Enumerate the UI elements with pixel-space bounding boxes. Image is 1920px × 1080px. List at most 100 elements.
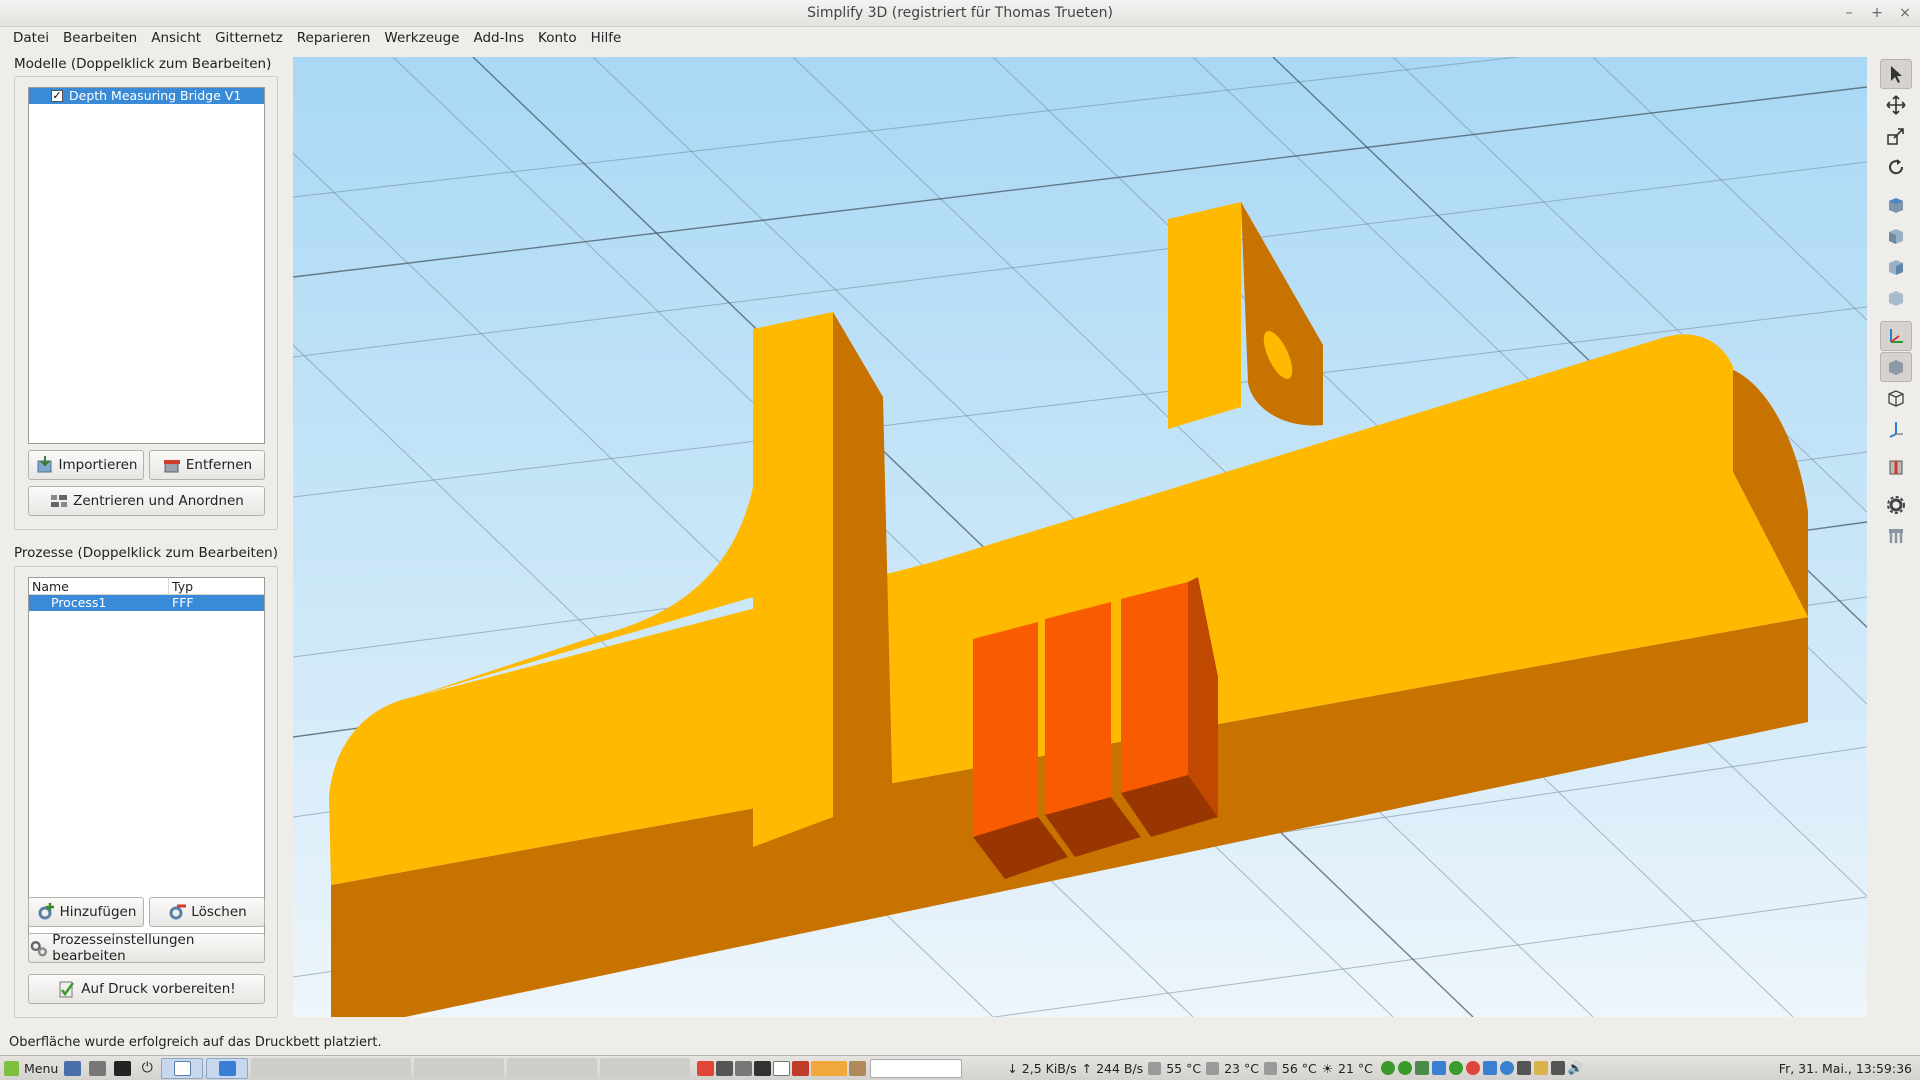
fish-icon[interactable] (811, 1060, 848, 1076)
menu-reparieren[interactable]: Reparieren (290, 27, 378, 50)
chrome-tray-icon[interactable] (1465, 1061, 1480, 1075)
console-icon[interactable] (754, 1060, 772, 1076)
models-group-title: Modelle (Doppelklick zum Bearbeiten) (14, 56, 272, 72)
view-iso-button[interactable] (1880, 283, 1912, 313)
view-side-button[interactable] (1880, 252, 1912, 282)
system-tray: ↓ 2,5 KiB/s ↑ 244 B/s 55 °C 23 °C 56 °C … (1007, 1061, 1373, 1076)
column-header-name[interactable]: Name (29, 578, 169, 594)
menu-ansicht[interactable]: Ansicht (144, 27, 208, 50)
view-top-button[interactable] (1880, 190, 1912, 220)
tool-scale[interactable] (1880, 121, 1912, 151)
chrome-icon[interactable] (697, 1060, 715, 1076)
edit-process-settings-button[interactable]: Prozesseinstellungen bearbeiten (28, 932, 265, 964)
model-depth-measuring-bridge[interactable] (329, 202, 1808, 1017)
import-button[interactable]: Importieren (28, 450, 144, 480)
power-button[interactable]: ⏻ (136, 1058, 158, 1079)
task-window-3[interactable] (251, 1057, 412, 1079)
window-titlebar: Simplify 3D (registriert für Thomas True… (0, 0, 1920, 27)
settings-icon (1887, 496, 1905, 514)
axis-toggle-button[interactable] (1880, 414, 1912, 444)
view-front-button[interactable] (1880, 221, 1912, 251)
table-row[interactable]: Process1 FFF (29, 595, 264, 611)
models-list[interactable]: ✓ Depth Measuring Bridge V1 (28, 87, 265, 444)
center-arrange-button[interactable]: Zentrieren und Anordnen (28, 486, 265, 516)
wireframe-view-button[interactable] (1880, 383, 1912, 413)
lock-icon[interactable] (716, 1060, 734, 1076)
fin-2-face (1045, 602, 1111, 815)
app-icon[interactable] (792, 1060, 810, 1076)
remove-button[interactable]: Entfernen (149, 450, 265, 480)
3d-viewport[interactable] (293, 57, 1867, 1017)
system-taskbar: Menu ⏻ ↓ 2,5 KiB/s ↑ 244 B/s 55 °C 23 °C… (0, 1055, 1920, 1080)
archive-icon[interactable] (849, 1060, 867, 1076)
update-ok-icon[interactable] (1448, 1061, 1463, 1075)
window-list-icon[interactable] (773, 1060, 791, 1076)
tool-rotate[interactable] (1880, 152, 1912, 182)
start-menu-button[interactable]: Menu (4, 1058, 58, 1079)
delete-process-button[interactable]: Löschen (149, 897, 265, 927)
terminal-icon (113, 1060, 131, 1076)
menu-add-ins[interactable]: Add-Ins (466, 27, 531, 50)
tool-move[interactable] (1880, 90, 1912, 120)
processes-table-header: Name Typ (29, 578, 264, 595)
prepare-print-button[interactable]: Auf Druck vorbereiten! (28, 974, 265, 1004)
prepare-print-icon (59, 981, 75, 998)
menu-bar: Datei Bearbeiten Ansicht Gitternetz Repa… (0, 27, 1920, 50)
settings-button[interactable] (1880, 490, 1912, 520)
task-window-1[interactable] (161, 1057, 204, 1079)
temp-cpu: 55 °C (1166, 1060, 1202, 1076)
menu-bearbeiten[interactable]: Bearbeiten (56, 27, 144, 50)
shield-icon[interactable] (1499, 1061, 1514, 1075)
menu-hilfe[interactable]: Hilfe (584, 27, 629, 50)
simplify3d-task-icon (218, 1060, 236, 1076)
status-icon-3[interactable] (1414, 1061, 1429, 1075)
terminal-launcher[interactable] (111, 1058, 133, 1079)
process-type: FFF (172, 595, 194, 610)
maximize-button[interactable]: + (1870, 0, 1884, 27)
temp-disk: 56 °C (1281, 1060, 1317, 1076)
delete-gear-icon (169, 904, 187, 920)
files-launcher[interactable] (86, 1058, 108, 1079)
menu-konto[interactable]: Konto (531, 27, 584, 50)
status-icon-2[interactable] (1397, 1061, 1412, 1075)
column-header-type[interactable]: Typ (169, 578, 193, 594)
processes-table[interactable]: Name Typ Process1 FFF (28, 577, 265, 940)
show-desktop-button[interactable] (61, 1058, 83, 1079)
screenshot-icon[interactable] (735, 1060, 753, 1076)
folder-icon[interactable] (1533, 1061, 1548, 1075)
task-window-4[interactable] (414, 1057, 505, 1079)
supports-button[interactable] (1880, 521, 1912, 551)
add-gear-icon (38, 903, 54, 920)
axes-toggle-button[interactable] (1880, 321, 1912, 351)
add-process-button[interactable]: Hinzufügen (28, 897, 144, 927)
bluetooth-icon[interactable] (1482, 1061, 1497, 1075)
battery-icon[interactable] (1550, 1061, 1565, 1075)
solid-view-button[interactable] (1880, 352, 1912, 382)
volume-icon[interactable]: 🔊 (1568, 1060, 1584, 1076)
viewport-canvas[interactable] (293, 57, 1867, 1017)
cross-section-button[interactable] (1880, 452, 1912, 482)
right-toolbar (1875, 57, 1920, 1017)
pen-icon[interactable] (1516, 1061, 1531, 1075)
solid-view-icon (1889, 360, 1903, 375)
menu-werkzeuge[interactable]: Werkzeuge (377, 27, 466, 50)
mint-logo-icon (4, 1060, 19, 1076)
model-list-item[interactable]: ✓ Depth Measuring Bridge V1 (29, 88, 264, 104)
menu-gitternetz[interactable]: Gitternetz (208, 27, 290, 50)
minimize-button[interactable]: – (1842, 0, 1856, 27)
supports-icon (1889, 529, 1903, 543)
taskbar-search-field[interactable] (870, 1058, 963, 1078)
close-button[interactable]: × (1898, 0, 1912, 27)
wireframe-icon (1888, 390, 1904, 407)
quick-launch-tray (697, 1060, 867, 1076)
task-window-6[interactable] (600, 1057, 691, 1079)
tool-select[interactable] (1880, 59, 1912, 89)
dropbox-icon[interactable] (1431, 1061, 1446, 1075)
menu-datei[interactable]: Datei (6, 27, 56, 50)
model-visible-checkbox[interactable]: ✓ (51, 90, 63, 102)
task-window-2[interactable] (206, 1057, 249, 1079)
status-icon-1[interactable] (1380, 1061, 1395, 1075)
task-window-5[interactable] (507, 1057, 598, 1079)
clock[interactable]: Fr, 31. Mai., 13:59:36 (1779, 1061, 1912, 1076)
network-upload: ↑ 244 B/s (1081, 1060, 1144, 1076)
